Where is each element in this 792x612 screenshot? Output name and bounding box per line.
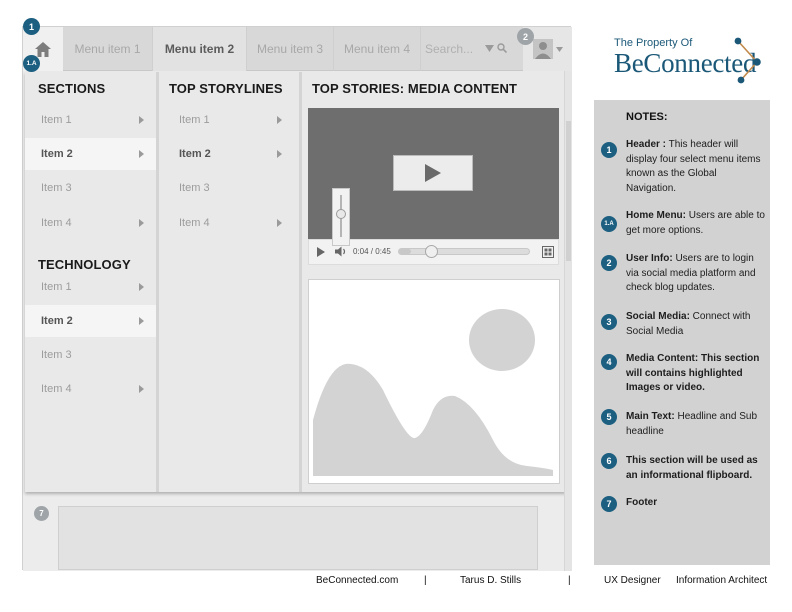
note-header: Header : This header will display four s… (626, 139, 761, 194)
note-main-text: Main Text: Headline and Sub headline (626, 411, 758, 437)
chevron-right-icon (277, 116, 282, 124)
chevron-right-icon (277, 219, 282, 227)
technology-title: TECHNOLOGY (38, 257, 131, 272)
technology-item-1[interactable]: Item 1 (25, 271, 156, 303)
storylines-title: TOP STORYLINES (169, 81, 283, 96)
user-icon (532, 39, 553, 59)
play-button[interactable] (393, 155, 473, 191)
note-badge-6: 6 (601, 453, 617, 469)
image-placeholder-icon (309, 280, 559, 483)
footer-placeholder (58, 506, 538, 570)
sections-column: SECTIONS Item 1 Item 2 Item 3 Item 4 TEC… (25, 72, 156, 492)
media-title: TOP STORIES: MEDIA CONTENT (312, 81, 518, 96)
volume-knob[interactable] (336, 209, 346, 219)
scrollbar-thumb[interactable] (566, 121, 571, 261)
annotation-badge-user: 2 (517, 28, 534, 45)
note-home-menu: Home Menu: Users are able to get more op… (626, 210, 765, 236)
credit-role-ux: UX Designer (604, 575, 661, 586)
storylines-item-3[interactable]: Item 3 (159, 172, 299, 204)
chevron-right-icon (139, 116, 144, 124)
note-flipboard: This section will be used as an informat… (626, 455, 758, 481)
note-footer: Footer (626, 497, 658, 508)
sections-title: SECTIONS (38, 81, 106, 96)
technology-item-4[interactable]: Item 4 (25, 373, 156, 405)
credit-role-ia: Information Architect (676, 575, 768, 586)
technology-item-2[interactable]: Item 2 (25, 305, 156, 337)
credit-site: BeConnected.com (316, 575, 399, 586)
note-badge-4: 4 (601, 354, 617, 370)
annotation-badge-header: 1 (23, 18, 40, 35)
logo-network-icon (734, 37, 761, 84)
chevron-right-icon (139, 283, 144, 291)
image-placeholder (308, 279, 560, 484)
note-badge-1a: 1.A (601, 216, 617, 232)
technology-item-3[interactable]: Item 3 (25, 339, 156, 371)
chevron-right-icon (139, 219, 144, 227)
annotation-badge-footer: 7 (34, 506, 49, 521)
note-media-content: Media Content: This section will contain… (626, 353, 760, 393)
chevron-right-icon (139, 150, 144, 158)
progress-fill (399, 249, 411, 254)
chevron-down-icon (485, 44, 494, 52)
search-icon (497, 43, 507, 53)
note-social-media: Social Media: Connect with Social Media (626, 311, 751, 337)
storylines-item-2[interactable]: Item 2 (159, 138, 299, 170)
storylines-item-1[interactable]: Item 1 (159, 104, 299, 136)
sections-item-2[interactable]: Item 2 (25, 138, 156, 170)
annotation-badge-home-menu: 1.A (23, 55, 40, 72)
progress-knob[interactable] (424, 245, 438, 258)
credit-separator-1: | (424, 575, 427, 586)
storylines-column: TOP STORYLINES Item 1 Item 2 Item 3 Item… (159, 72, 299, 492)
wireframe-frame: Menu item 1 Menu item 2 Menu item 3 Menu… (22, 26, 572, 571)
menu-item-2[interactable]: Menu item 2 (153, 27, 247, 71)
notes-panel: NOTES: 1 Header : This header will displ… (594, 100, 770, 565)
progress-track[interactable] (398, 245, 530, 258)
chevron-right-icon (139, 317, 144, 325)
storylines-item-4[interactable]: Item 4 (159, 207, 299, 239)
note-badge-1: 1 (601, 142, 617, 158)
search-controls[interactable] (485, 43, 507, 53)
note-badge-3: 3 (601, 314, 617, 330)
note-badge-2: 2 (601, 255, 617, 271)
credit-separator-2: | (568, 575, 571, 586)
sections-item-1[interactable]: Item 1 (25, 104, 156, 136)
volume-slider[interactable] (332, 188, 350, 246)
home-icon (35, 41, 51, 57)
note-user-info: User Info: Users are to login via social… (626, 253, 756, 293)
page-scrollbar[interactable] (564, 71, 572, 571)
menu-item-4[interactable]: Menu item 4 (334, 27, 421, 71)
menu-item-3[interactable]: Menu item 3 (247, 27, 334, 71)
fullscreen-icon[interactable] (542, 246, 554, 258)
sections-item-4[interactable]: Item 4 (25, 207, 156, 239)
sections-item-3[interactable]: Item 3 (25, 172, 156, 204)
play-icon (425, 164, 441, 182)
credit-author: Tarus D. Stills (460, 575, 522, 586)
chevron-right-icon (139, 385, 144, 393)
play-icon[interactable] (317, 247, 325, 257)
volume-icon[interactable] (335, 246, 347, 257)
video-time: 0:04 / 0:45 (353, 247, 391, 256)
chevron-down-icon (555, 46, 563, 52)
notes-title: NOTES: (626, 111, 668, 123)
note-badge-5: 5 (601, 409, 617, 425)
global-header: Menu item 1 Menu item 2 Menu item 3 Menu… (23, 27, 572, 71)
mega-dropdown: SECTIONS Item 1 Item 2 Item 3 Item 4 TEC… (25, 72, 566, 492)
media-column: TOP STORIES: MEDIA CONTENT 0:04 / 0:45 (302, 72, 566, 492)
menu-item-1[interactable]: Menu item 1 (63, 27, 153, 71)
note-badge-7: 7 (601, 496, 617, 512)
chevron-right-icon (277, 150, 282, 158)
